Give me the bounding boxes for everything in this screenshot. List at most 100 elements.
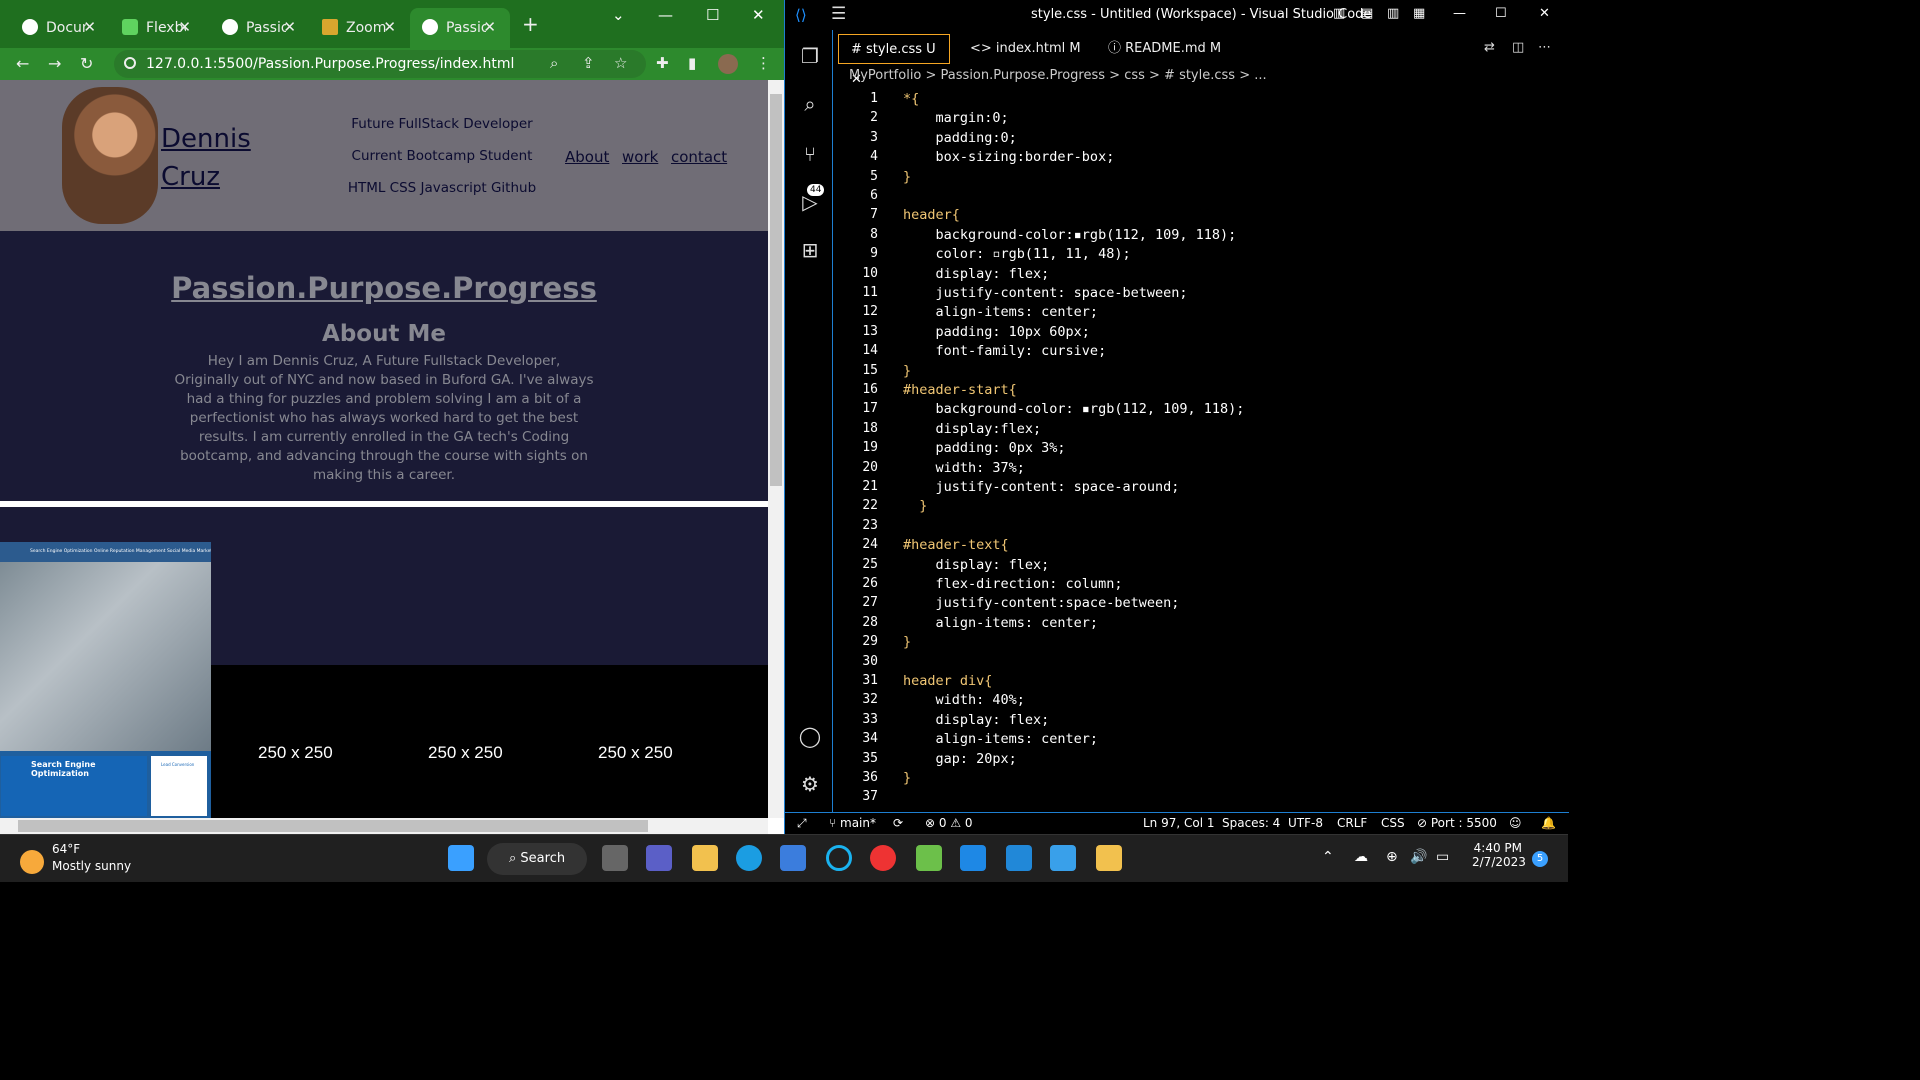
task-view-icon[interactable]	[602, 845, 628, 871]
language-mode[interactable]: CSS	[1381, 816, 1405, 830]
nav-work-link[interactable]: work	[622, 148, 658, 166]
search-icon[interactable]: ⌕	[797, 92, 823, 118]
run-debug-icon[interactable]: ▷	[797, 190, 823, 216]
file-explorer-icon[interactable]	[692, 845, 718, 871]
code-line[interactable]: align-items: center;	[903, 615, 1099, 631]
code-line[interactable]: padding:0;	[903, 130, 1017, 146]
new-tab-icon[interactable]: +	[522, 12, 539, 36]
code-line[interactable]: display:flex;	[903, 421, 1042, 437]
battery-icon[interactable]: ▭	[1436, 849, 1449, 865]
zoom-icon[interactable]: ⌕	[550, 54, 558, 72]
nav-about-link[interactable]: About	[565, 148, 609, 166]
code-line[interactable]: width: 37%;	[903, 460, 1025, 476]
code-line[interactable]: background-color:▪rgb(112, 109, 118);	[903, 227, 1237, 243]
code-line[interactable]: display: flex;	[903, 266, 1050, 282]
sync-icon[interactable]: ⟳	[893, 816, 903, 830]
tab-docun[interactable]: Docun✕	[0, 8, 110, 48]
branch-indicator[interactable]: ⑂ main*	[829, 816, 876, 830]
code-line[interactable]: justify-content:space-between;	[903, 595, 1180, 611]
account-icon[interactable]: ◯	[797, 724, 823, 750]
scroll-thumb[interactable]	[18, 820, 648, 832]
share-icon[interactable]: ⇪	[582, 54, 595, 72]
tab-zoom[interactable]: Zoom ✕	[300, 8, 410, 48]
placeholder-image-1[interactable]: 250 x 250	[258, 743, 333, 763]
app-icon[interactable]	[916, 845, 942, 871]
code-line[interactable]: flex-direction: column;	[903, 576, 1123, 592]
code-line[interactable]: align-items: center;	[903, 304, 1099, 320]
taskbar-search[interactable]: ⌕ Search	[487, 843, 587, 875]
mail-icon[interactable]	[960, 845, 986, 871]
tab-passion-1[interactable]: Passio ✕	[200, 8, 310, 48]
horizontal-scrollbar[interactable]	[0, 818, 768, 834]
code-line[interactable]: justify-content: space-between;	[903, 285, 1188, 301]
edge-icon[interactable]	[736, 845, 762, 871]
close-icon[interactable]: ✕	[83, 18, 96, 36]
tab-style-css[interactable]: # style.css U ✕	[838, 34, 950, 87]
encoding[interactable]: UTF-8	[1288, 816, 1323, 830]
code-line[interactable]: }	[903, 169, 911, 185]
code-line[interactable]: color: ▫rgb(11, 11, 48);	[903, 246, 1131, 262]
star-icon[interactable]: ☆	[614, 54, 627, 72]
placeholder-image-2[interactable]: 250 x 250	[428, 743, 503, 763]
clock[interactable]: 4:40 PM 2/7/2023	[1472, 841, 1526, 869]
tab-passion-active[interactable]: Passio ✕	[410, 8, 510, 48]
code-line[interactable]: box-sizing:border-box;	[903, 149, 1115, 165]
paint-icon[interactable]	[1050, 845, 1076, 871]
settings-gear-icon[interactable]: ⚙	[797, 772, 823, 798]
site-info-icon[interactable]	[124, 57, 136, 69]
tab-readme[interactable]: ⓘ README.md M	[1096, 34, 1236, 64]
minimize-icon[interactable]: —	[658, 6, 673, 24]
code-line[interactable]: #header-start{	[903, 382, 1017, 398]
name-first[interactable]: Dennis	[161, 120, 251, 158]
profile-avatar[interactable]	[718, 54, 738, 74]
minimize-icon[interactable]: —	[1453, 6, 1466, 21]
split-editor-icon[interactable]: ◫	[1512, 40, 1524, 55]
code-line[interactable]: align-items: center;	[903, 731, 1099, 747]
code-line[interactable]: }	[903, 634, 911, 650]
code-line[interactable]: header div{	[903, 673, 992, 689]
chevron-up-icon[interactable]: ⌃	[1322, 849, 1334, 865]
code-editor[interactable]: 1 *{2 margin:0; 3 padding:0; 4 box-sizing:b…	[834, 88, 1569, 812]
reload-icon[interactable]: ↻	[80, 54, 93, 73]
close-icon[interactable]: ✕	[178, 18, 191, 36]
cursor-position[interactable]: Ln 97, Col 1	[1143, 816, 1215, 830]
close-window-icon[interactable]: ✕	[752, 6, 765, 24]
placeholder-image-3[interactable]: 250 x 250	[598, 743, 673, 763]
tab-flexbox[interactable]: Flexbc✕	[100, 8, 205, 48]
site-name[interactable]: Dennis Cruz	[161, 120, 251, 196]
url-input[interactable]: 127.0.0.1:5500/Passion.Purpose.Progress/…	[114, 50, 646, 78]
code-line[interactable]: header{	[903, 207, 960, 223]
maximize-icon[interactable]: ☐	[1495, 6, 1507, 21]
code-line[interactable]: }	[903, 770, 911, 786]
tab-index-html[interactable]: <> index.html M	[958, 34, 1088, 64]
line-ending[interactable]: CRLF	[1337, 816, 1367, 830]
breadcrumb[interactable]: MyPortfolio > Passion.Purpose.Progress >…	[849, 68, 1267, 83]
code-line[interactable]: margin:0;	[903, 110, 1009, 126]
vertical-scrollbar[interactable]	[768, 80, 784, 818]
code-line[interactable]: }	[903, 363, 911, 379]
nav-contact-link[interactable]: contact	[671, 148, 727, 166]
panel-icon[interactable]: ▤	[1361, 6, 1373, 21]
code-line[interactable]: gap: 20px;	[903, 751, 1017, 767]
language-icon[interactable]: ⊕	[1386, 849, 1398, 865]
notification-badge[interactable]: 5	[1532, 851, 1548, 867]
seo-project-image[interactable]: Search Engine Optimization Online Reputa…	[0, 542, 211, 818]
chrome-icon[interactable]	[870, 845, 896, 871]
back-icon[interactable]: ←	[16, 54, 29, 73]
code-line[interactable]: width: 40%;	[903, 692, 1025, 708]
code-line[interactable]: display: flex;	[903, 712, 1050, 728]
close-icon[interactable]: ✕	[483, 18, 496, 36]
close-icon[interactable]: ✕	[283, 18, 296, 36]
volume-icon[interactable]: 🔊	[1410, 849, 1427, 865]
code-line[interactable]: }	[903, 498, 927, 514]
remote-icon[interactable]: ⤢	[797, 816, 807, 831]
customize-layout-icon[interactable]: ▦	[1413, 6, 1425, 21]
compare-icon[interactable]: ⇄	[1484, 40, 1495, 55]
onedrive-icon[interactable]: ☁	[1354, 849, 1368, 865]
forward-icon[interactable]: →	[48, 54, 61, 73]
site-title[interactable]: Passion.Purpose.Progress	[0, 271, 768, 305]
close-window-icon[interactable]: ✕	[1539, 6, 1550, 21]
menu-icon[interactable]: ☰	[831, 4, 846, 24]
sticky-notes-icon[interactable]	[1096, 845, 1122, 871]
side-panel-icon[interactable]: ▮	[688, 54, 696, 72]
